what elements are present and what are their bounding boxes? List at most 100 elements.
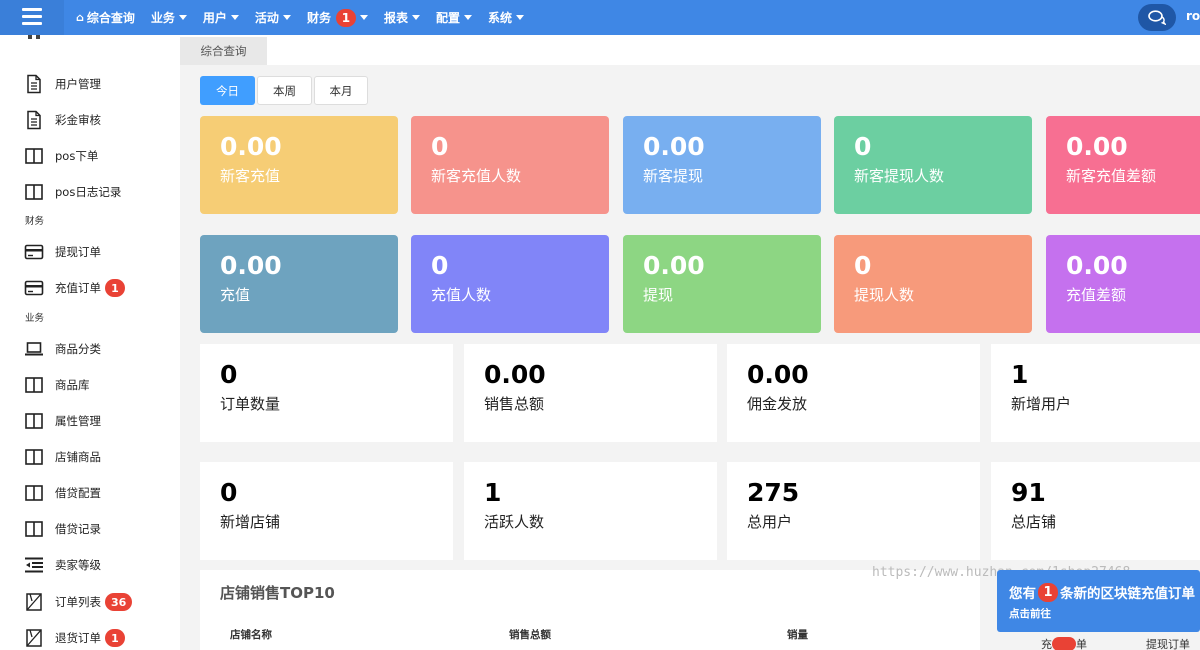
- notification-badge: 1: [335, 8, 356, 27]
- sidebar-item-seller-level[interactable]: 卖家等级: [24, 554, 101, 576]
- sidebar-item-return-orders[interactable]: 退货订单 1: [24, 627, 125, 649]
- nav-item-finance[interactable]: 财务 1: [307, 8, 368, 27]
- nav-item-config[interactable]: 配置: [436, 9, 472, 26]
- columns-icon: [25, 184, 43, 200]
- nav-item-reports[interactable]: 报表: [384, 9, 420, 26]
- stat-label: 新客提现人数: [854, 167, 945, 185]
- notification-text: 条新的区块链充值订单: [1060, 586, 1195, 602]
- period-week-button[interactable]: 本周: [257, 76, 312, 105]
- blockchain-recharge-notification[interactable]: 您有 1 条新的区块链充值订单 点击前往: [997, 570, 1200, 632]
- sidebar-item-label: pos下单: [55, 149, 99, 163]
- nav-item-activity[interactable]: 活动: [255, 9, 291, 26]
- sidebar-item-recharge-orders[interactable]: 充值订单 1: [24, 277, 125, 299]
- tab-overview[interactable]: 综合查询: [180, 37, 267, 65]
- sidebar-item-product-category[interactable]: 商品分类: [24, 338, 101, 360]
- notification-go-link[interactable]: 点击前往: [1009, 606, 1200, 621]
- stat-label: 充值差额: [1066, 286, 1127, 304]
- stat-label: 总用户: [747, 513, 793, 531]
- document-icon: [27, 74, 41, 94]
- caret-down-icon: [282, 15, 291, 20]
- nav-item-system[interactable]: 系统: [488, 9, 524, 26]
- columns-icon: [25, 377, 43, 393]
- user-name[interactable]: roo: [1186, 9, 1200, 23]
- stat-label: 充值: [220, 286, 251, 304]
- count-badge: [1052, 637, 1076, 650]
- sidebar-item-label: 商品分类: [55, 342, 101, 356]
- stat-label: 新客提现: [643, 167, 704, 185]
- stat-card-withdraw-count: 0 提现人数: [834, 235, 1032, 333]
- document-icon: [27, 110, 41, 130]
- nav-item-users[interactable]: 用户: [203, 9, 239, 26]
- columns-icon: [25, 413, 43, 429]
- stat-label: 充值人数: [431, 286, 492, 304]
- stat-card-recharge-diff: 0.00 充值差额: [1046, 235, 1200, 333]
- sidebar-item-loan-config[interactable]: 借贷配置: [24, 482, 101, 504]
- period-today-button[interactable]: 今日: [200, 76, 255, 105]
- sidebar-item-label: 商品库: [55, 378, 90, 392]
- stat-label: 新增用户: [1011, 395, 1072, 413]
- sidebar-item-user-management[interactable]: 用户管理: [24, 73, 101, 95]
- stat-value: 0.00: [220, 132, 282, 161]
- count-badge: 1: [105, 279, 125, 297]
- stat-box-new-shops: 0 新增店铺: [200, 462, 453, 560]
- stat-card-new-withdraw: 0.00 新客提现: [623, 116, 821, 214]
- stat-card-new-recharge-count: 0 新客充值人数: [411, 116, 609, 214]
- credit-card-icon: [24, 244, 44, 260]
- caret-down-icon: [516, 15, 524, 20]
- stat-label: 总店铺: [1011, 513, 1057, 531]
- sidebar-item-order-list[interactable]: 订单列表 36: [24, 591, 133, 613]
- stat-label: 佣金发放: [747, 395, 808, 413]
- table-header-sales-total: 销售总额: [509, 629, 551, 641]
- top-bar: ⌂ 综合查询 业务 用户 活动 财务 1 报表 配置 系统 ro: [0, 0, 1200, 35]
- peek-label: 充: [1041, 638, 1052, 650]
- sidebar-item-loan-records[interactable]: 借贷记录: [24, 518, 101, 540]
- main-nav: ⌂ 综合查询 业务 用户 活动 财务 1 报表 配置 系统: [76, 0, 540, 35]
- sidebar-item-shop-products[interactable]: 店铺商品: [24, 446, 101, 468]
- nav-item-label: 系统: [487, 11, 512, 25]
- nav-item-overview[interactable]: ⌂ 综合查询: [76, 9, 135, 26]
- tab-strip: 综合查询: [180, 35, 1200, 65]
- stat-label: 新客充值差额: [1066, 167, 1157, 185]
- shop-sales-top10-panel: 店铺销售TOP10 店铺名称 销售总额 销量: [200, 570, 980, 650]
- sidebar: 用户管理 彩金审核 pos下单 pos日志记录 财务 提现订单 充值订单 1 业…: [0, 35, 180, 650]
- chat-button[interactable]: [1138, 4, 1176, 31]
- stat-label: 订单数量: [220, 395, 281, 413]
- sidebar-item-pos-log[interactable]: pos日志记录: [24, 181, 121, 203]
- stat-value: 91: [1011, 478, 1046, 507]
- laptop-icon: [25, 342, 43, 356]
- sidebar-item-label: 订单列表: [55, 595, 101, 609]
- menu-toggle-button[interactable]: [0, 0, 64, 35]
- sidebar-item-label: 属性管理: [55, 414, 101, 428]
- indent-icon: [25, 557, 43, 573]
- stat-box-commission: 0.00 佣金发放: [727, 344, 980, 442]
- period-month-button[interactable]: 本月: [314, 76, 368, 105]
- nav-item-label: 活动: [254, 11, 279, 25]
- sidebar-item-label: 充值订单: [55, 281, 101, 295]
- sidebar-item-attributes[interactable]: 属性管理: [24, 410, 101, 432]
- stat-value: 0.00: [643, 251, 705, 280]
- columns-icon: [25, 521, 43, 537]
- sidebar-item-bonus-review[interactable]: 彩金审核: [24, 109, 101, 131]
- sidebar-item-withdraw-orders[interactable]: 提现订单: [24, 241, 101, 263]
- stat-value: 0.00: [643, 132, 705, 161]
- sidebar-item-label: pos日志记录: [55, 185, 122, 199]
- background-tab-recharge[interactable]: 充 单: [1041, 636, 1087, 650]
- stat-card-recharge: 0.00 充值: [200, 235, 398, 333]
- nav-item-label: 综合查询: [86, 11, 135, 25]
- background-tab-withdraw[interactable]: 提现订单: [1146, 636, 1190, 650]
- stat-label: 活跃人数: [484, 513, 545, 531]
- sidebar-item-pos-order[interactable]: pos下单: [24, 145, 98, 167]
- chat-bubble-icon: [1148, 10, 1166, 25]
- stat-label: 新客充值人数: [431, 167, 522, 185]
- stat-label: 新客充值: [220, 167, 281, 185]
- caret-down-icon: [230, 15, 239, 20]
- notification-count-badge: 1: [1038, 582, 1058, 602]
- stat-box-new-users: 1 新增用户: [991, 344, 1200, 442]
- credit-card-icon: [24, 280, 44, 296]
- sidebar-item-product-library[interactable]: 商品库: [24, 374, 90, 396]
- stat-card-withdraw: 0.00 提现: [623, 235, 821, 333]
- caret-down-icon: [359, 15, 368, 20]
- hamburger-icon: [22, 8, 42, 11]
- stat-value: 0: [431, 132, 449, 161]
- nav-item-business[interactable]: 业务: [151, 9, 187, 26]
